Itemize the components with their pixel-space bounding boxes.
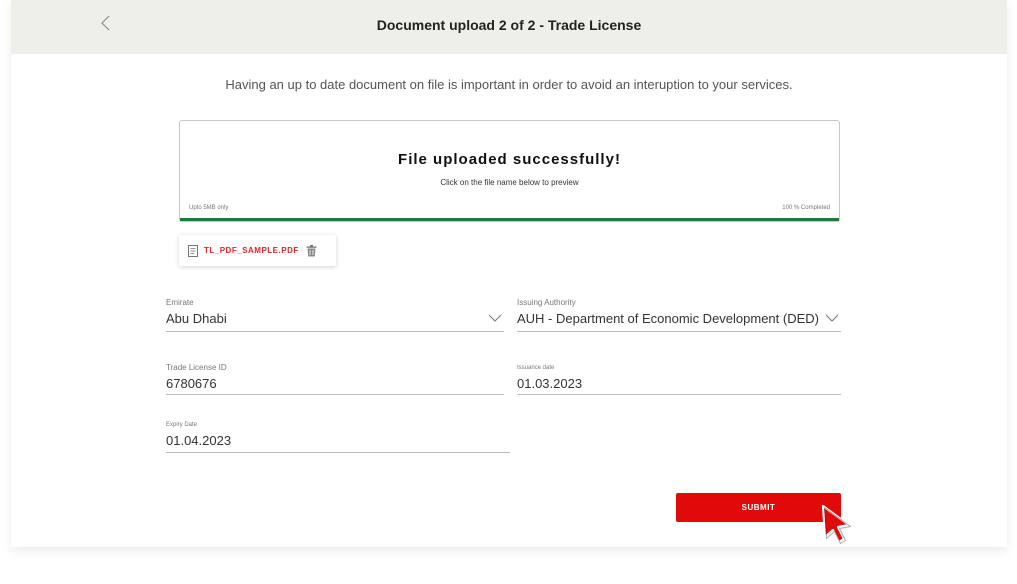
upload-status-subtitle: Click on the file name below to preview [440,178,579,187]
file-upload-dropzone[interactable]: File uploaded successfully! Click on the… [179,120,840,222]
chevron-down-icon [488,314,502,322]
document-icon [188,244,198,257]
issuance-date-value: 01.03.2023 [517,376,583,391]
emirate-select[interactable]: Emirate Abu Dhabi [166,298,504,332]
issuing-authority-select[interactable]: Issuing Authority AUH - Department of Ec… [517,298,841,332]
file-name-link[interactable]: TL_PDF_SAMPLE.PDF [204,246,299,255]
issuance-date-label: Issuance date [517,365,555,371]
intro-text: Having an up to date document on file is… [225,77,793,92]
issuing-authority-label: Issuing Authority [517,298,576,307]
expiry-date-value: 01.04.2023 [166,433,232,448]
upload-status-title: File uploaded successfully! [398,151,621,168]
pointer-cursor-icon [821,504,851,544]
upload-progress-fill [180,218,839,221]
expiry-date-field[interactable]: Expiry Date 01.04.2023 [166,422,510,453]
trade-license-id-value: 6780676 [166,376,217,391]
emirate-label: Emirate [166,298,194,307]
issuing-authority-value: AUH - Department of Economic Development… [517,311,819,326]
upload-size-limit: Upto 5MB only [189,205,229,211]
trade-license-id-label: Trade License ID [166,363,227,372]
trade-license-id-field[interactable]: Trade License ID 6780676 [166,363,504,395]
chevron-down-icon [825,314,839,322]
uploaded-file-chip: TL_PDF_SAMPLE.PDF [179,235,336,266]
expiry-date-label: Expiry Date [166,422,198,428]
page-title: Document upload 2 of 2 - Trade License [376,17,642,33]
upload-card: Document upload 2 of 2 - Trade License H… [11,0,1007,547]
upload-progress-text: 100 % Completed [782,205,830,211]
page-header: Document upload 2 of 2 - Trade License [11,0,1007,54]
upload-progress-bar [180,218,839,221]
issuance-date-field[interactable]: Issuance date 01.03.2023 [517,365,841,395]
emirate-value: Abu Dhabi [166,311,227,326]
trash-icon[interactable] [306,244,317,257]
